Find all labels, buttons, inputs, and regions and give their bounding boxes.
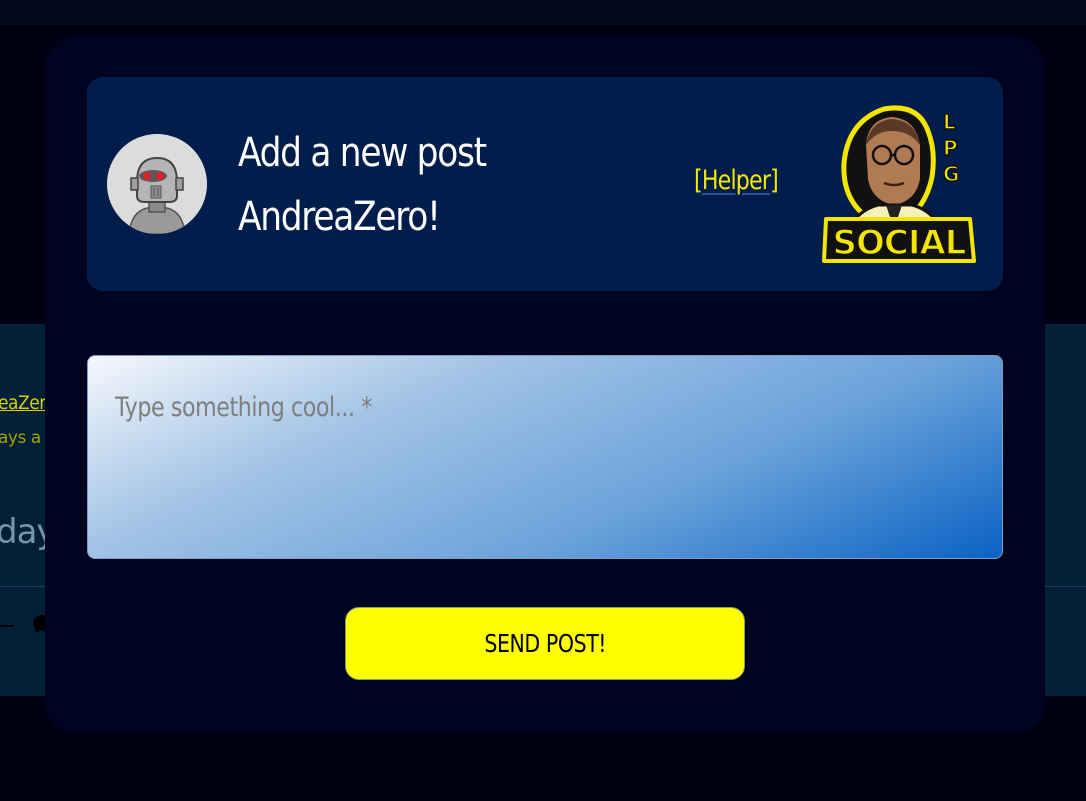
modal-title-line2: AndreaZero! [238, 194, 441, 240]
modal-title-line1: Add a new post [238, 130, 487, 176]
logo-letter-p: P [943, 136, 958, 160]
logo-letter-l: L [943, 110, 956, 134]
helper-bracket-open: [ [694, 165, 703, 196]
background-post-author-link[interactable]: eaZer [0, 392, 46, 414]
modal-title: Add a new post AndreaZero! [238, 121, 487, 249]
modal-header: Add a new post AndreaZero! [Helper] SOCI… [87, 77, 1003, 291]
lpg-social-logo: SOCIAL L P G [822, 105, 976, 264]
top-bar [0, 0, 1086, 25]
helper-bracket-close: ] [770, 165, 779, 196]
page: eaZer ays a day Add a new post AndreaZer… [0, 0, 1086, 801]
helper-link[interactable]: Helper [702, 165, 771, 196]
user-avatar [107, 134, 207, 234]
robot-avatar-icon [107, 134, 207, 234]
new-post-modal: Add a new post AndreaZero! [Helper] SOCI… [45, 36, 1045, 734]
helper-link-wrapper: [Helper] [694, 165, 779, 196]
logo-social-text: SOCIAL [833, 223, 966, 263]
background-post-dash [0, 625, 14, 627]
post-text-input[interactable] [87, 355, 1003, 559]
logo-letter-g: G [943, 162, 959, 186]
send-post-label: SEND POST! [484, 629, 606, 658]
send-post-button[interactable]: SEND POST! [345, 607, 745, 680]
background-post-time: ays a [0, 428, 41, 448]
